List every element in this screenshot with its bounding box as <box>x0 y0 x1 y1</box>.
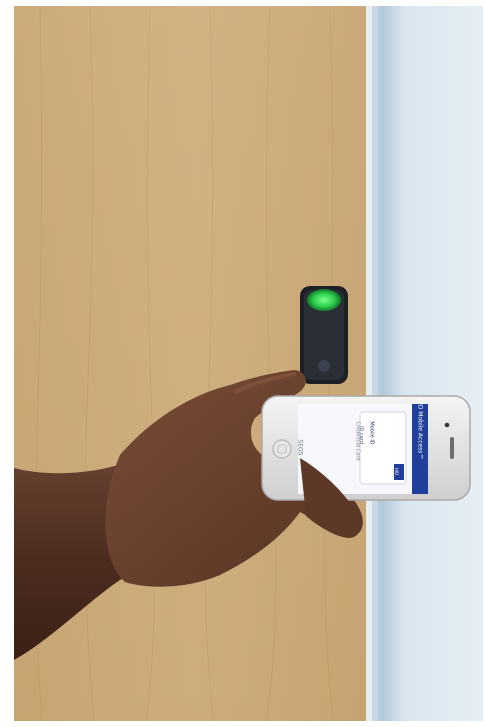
access-reader <box>300 286 348 384</box>
hid-badge <box>394 464 404 480</box>
photo-scene <box>0 0 485 727</box>
app-title-bar <box>412 404 428 494</box>
smartphone <box>261 395 471 501</box>
home-button[interactable] <box>272 439 292 459</box>
wall <box>378 6 483 721</box>
reader-green-light <box>307 289 341 311</box>
